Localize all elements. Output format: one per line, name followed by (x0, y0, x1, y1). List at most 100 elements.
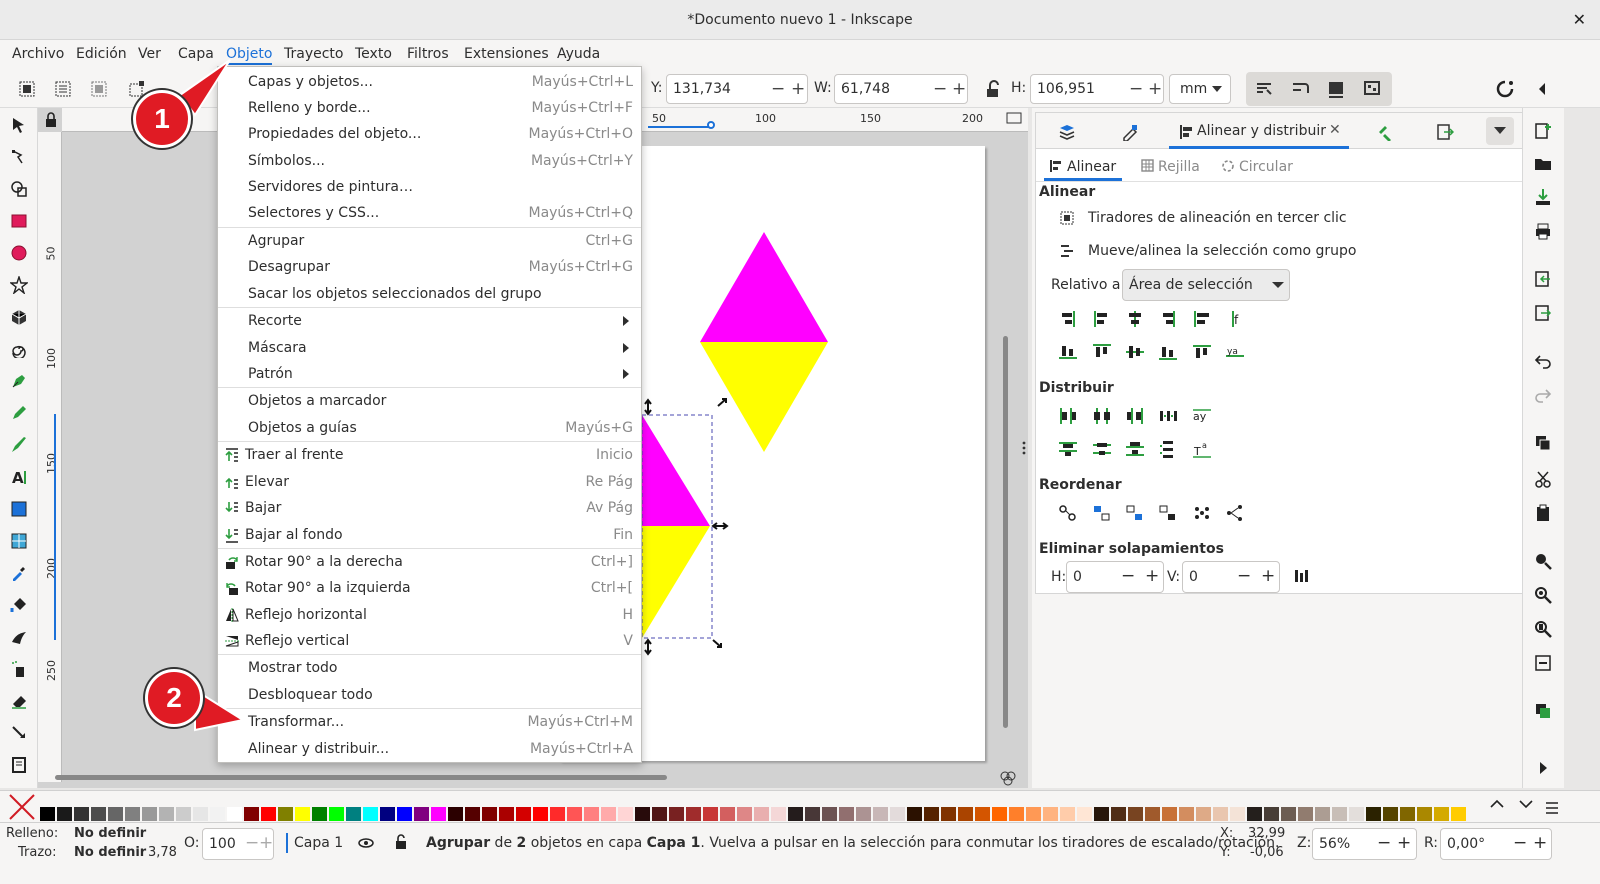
paste-icon[interactable] (1534, 504, 1552, 522)
menu-item-bajar[interactable]: Bajar Av Pág (218, 495, 641, 521)
extensions-tab-icon[interactable] (1376, 123, 1394, 142)
tweak-tool-icon[interactable] (10, 628, 28, 646)
palette-swatch[interactable] (210, 807, 225, 821)
palette-swatch[interactable] (346, 807, 361, 821)
rotation-increment[interactable]: + (1533, 833, 1547, 853)
scale-corners-icon[interactable] (1289, 78, 1311, 100)
display-mode-icon[interactable] (1006, 112, 1022, 126)
select-all-layers-icon[interactable] (52, 78, 74, 100)
distribute-gaps-h-icon[interactable] (1158, 407, 1178, 425)
pencil-tool-icon[interactable] (10, 404, 28, 422)
palette-scroll-up-icon[interactable] (1490, 799, 1504, 809)
menu-item-capas-y-objetos[interactable]: Capas y objetos... Mayús+Ctrl+L (218, 69, 641, 95)
palette-swatch[interactable] (669, 807, 684, 821)
palette-swatch[interactable] (720, 807, 735, 821)
palette-swatch[interactable] (754, 807, 769, 821)
palette-swatch[interactable] (822, 807, 837, 821)
subtab-rejilla[interactable]: Rejilla (1158, 159, 1200, 175)
calligraphy-tool-icon[interactable] (10, 436, 28, 454)
palette-swatch[interactable] (108, 807, 123, 821)
yellow-triangle-selected[interactable] (642, 526, 710, 638)
menu-item-mascara[interactable]: Máscara (218, 335, 641, 361)
menu-item-desbloquear-todo[interactable]: Desbloquear todo (218, 682, 641, 708)
dock-tabs-menu-button[interactable] (1486, 117, 1514, 145)
third-click-handles-label[interactable]: Tiradores de alineación en tercer clic (1088, 210, 1347, 226)
deselect-icon[interactable] (88, 78, 110, 100)
align-text-baseline-icon[interactable]: f (1225, 310, 1245, 328)
print-icon[interactable] (1534, 222, 1552, 240)
palette-swatch[interactable] (142, 807, 157, 821)
menu-item-servidores-de-pintura[interactable]: Servidores de pintura… (218, 174, 641, 200)
export-tab-icon[interactable] (1436, 123, 1455, 141)
palette-swatch[interactable] (584, 807, 599, 821)
scale-handle-e[interactable] (711, 522, 729, 530)
copy-icon[interactable] (1534, 434, 1552, 452)
rotation-field[interactable]: 0,00° − + (1440, 828, 1552, 860)
scale-handle-ne[interactable] (717, 398, 727, 407)
layer-visibility-icon[interactable] (358, 836, 374, 850)
ellipse-tool-icon[interactable] (10, 244, 28, 262)
zoom-decrement[interactable]: − (1377, 833, 1391, 853)
layer-lock-icon[interactable] (395, 834, 407, 850)
move-as-group-label[interactable]: Mueve/alinea la selección como grupo (1088, 243, 1356, 259)
palette-swatch[interactable] (1247, 807, 1262, 821)
zoom-field[interactable]: 56% − + (1312, 828, 1417, 860)
node-tool-icon[interactable] (10, 148, 28, 166)
palette-swatch[interactable] (57, 807, 72, 821)
snap-icon[interactable] (1494, 78, 1516, 100)
scale-handle-se[interactable] (712, 639, 722, 648)
palette-swatch[interactable] (1043, 807, 1058, 821)
palette-swatch[interactable] (737, 807, 752, 821)
palette-swatch[interactable] (1026, 807, 1041, 821)
palette-menu-icon[interactable] (1545, 801, 1559, 815)
dropper-tool-icon[interactable] (10, 564, 28, 582)
select-all-icon[interactable] (16, 78, 38, 100)
rectangle-tool-icon[interactable] (10, 212, 28, 230)
star-tool-icon[interactable] (10, 276, 28, 294)
spray-tool-icon[interactable] (10, 660, 28, 678)
layers-tab-icon[interactable] (1058, 123, 1076, 141)
scale-stroke-icon[interactable] (1253, 78, 1275, 100)
menu-trayecto[interactable]: Trayecto (284, 46, 343, 62)
distribute-left-icon[interactable] (1058, 407, 1078, 425)
move-as-group-icon[interactable] (1060, 244, 1074, 258)
palette-swatch[interactable] (941, 807, 956, 821)
menu-item-simbolos[interactable]: Símbolos... Mayús+Ctrl+Y (218, 148, 641, 174)
export-icon[interactable] (1534, 304, 1552, 322)
tab-close-icon[interactable]: ✕ (1329, 122, 1341, 138)
palette-swatch[interactable] (1434, 807, 1449, 821)
zoom-width-icon[interactable] (1534, 654, 1552, 672)
vertical-scrollbar[interactable] (1003, 336, 1008, 728)
opacity-field[interactable]: 100 − + (202, 828, 274, 860)
palette-swatch[interactable] (312, 807, 327, 821)
palette-swatch[interactable] (703, 807, 718, 821)
palette-swatch[interactable] (1400, 807, 1415, 821)
h-increment-button[interactable]: + (1148, 79, 1162, 99)
overlap-v-decrement[interactable]: − (1237, 566, 1251, 586)
transform-patterns-icon[interactable] (1361, 78, 1383, 100)
palette-swatch[interactable] (431, 807, 446, 821)
palette-swatch[interactable] (1264, 807, 1279, 821)
palette-swatch[interactable] (839, 807, 854, 821)
align-bottom-to-top-icon[interactable] (1058, 343, 1078, 361)
menu-item-bajar-al-fondo[interactable]: Bajar al fondo Fin (218, 522, 641, 548)
gradient-tool-icon[interactable] (10, 500, 28, 518)
menu-item-rotar-90-a-la-izquierda[interactable]: Rotar 90° a la izquierda Ctrl+[ (218, 575, 641, 601)
zoom-page-icon[interactable] (1534, 620, 1552, 638)
align-left-icon[interactable] (1092, 310, 1112, 328)
mesh-tool-icon[interactable] (10, 532, 28, 550)
palette-swatch[interactable] (890, 807, 905, 821)
h-decrement-button[interactable]: − (1129, 79, 1143, 99)
third-click-handles-icon[interactable] (1060, 211, 1074, 225)
overlap-h-field[interactable]: 0 − + (1066, 561, 1164, 593)
palette-swatch[interactable] (958, 807, 973, 821)
overlap-v-field[interactable]: 0 − + (1182, 561, 1280, 593)
menu-item-objetos-a-marcador[interactable]: Objetos a marcador (218, 388, 641, 414)
palette-swatch[interactable] (686, 807, 701, 821)
palette-swatch[interactable] (567, 807, 582, 821)
box3d-tool-icon[interactable] (10, 308, 28, 326)
palette-swatch[interactable] (74, 807, 89, 821)
eraser-tool-icon[interactable] (10, 692, 28, 710)
palette-swatch[interactable] (1128, 807, 1143, 821)
spiral-tool-icon[interactable] (10, 340, 28, 358)
